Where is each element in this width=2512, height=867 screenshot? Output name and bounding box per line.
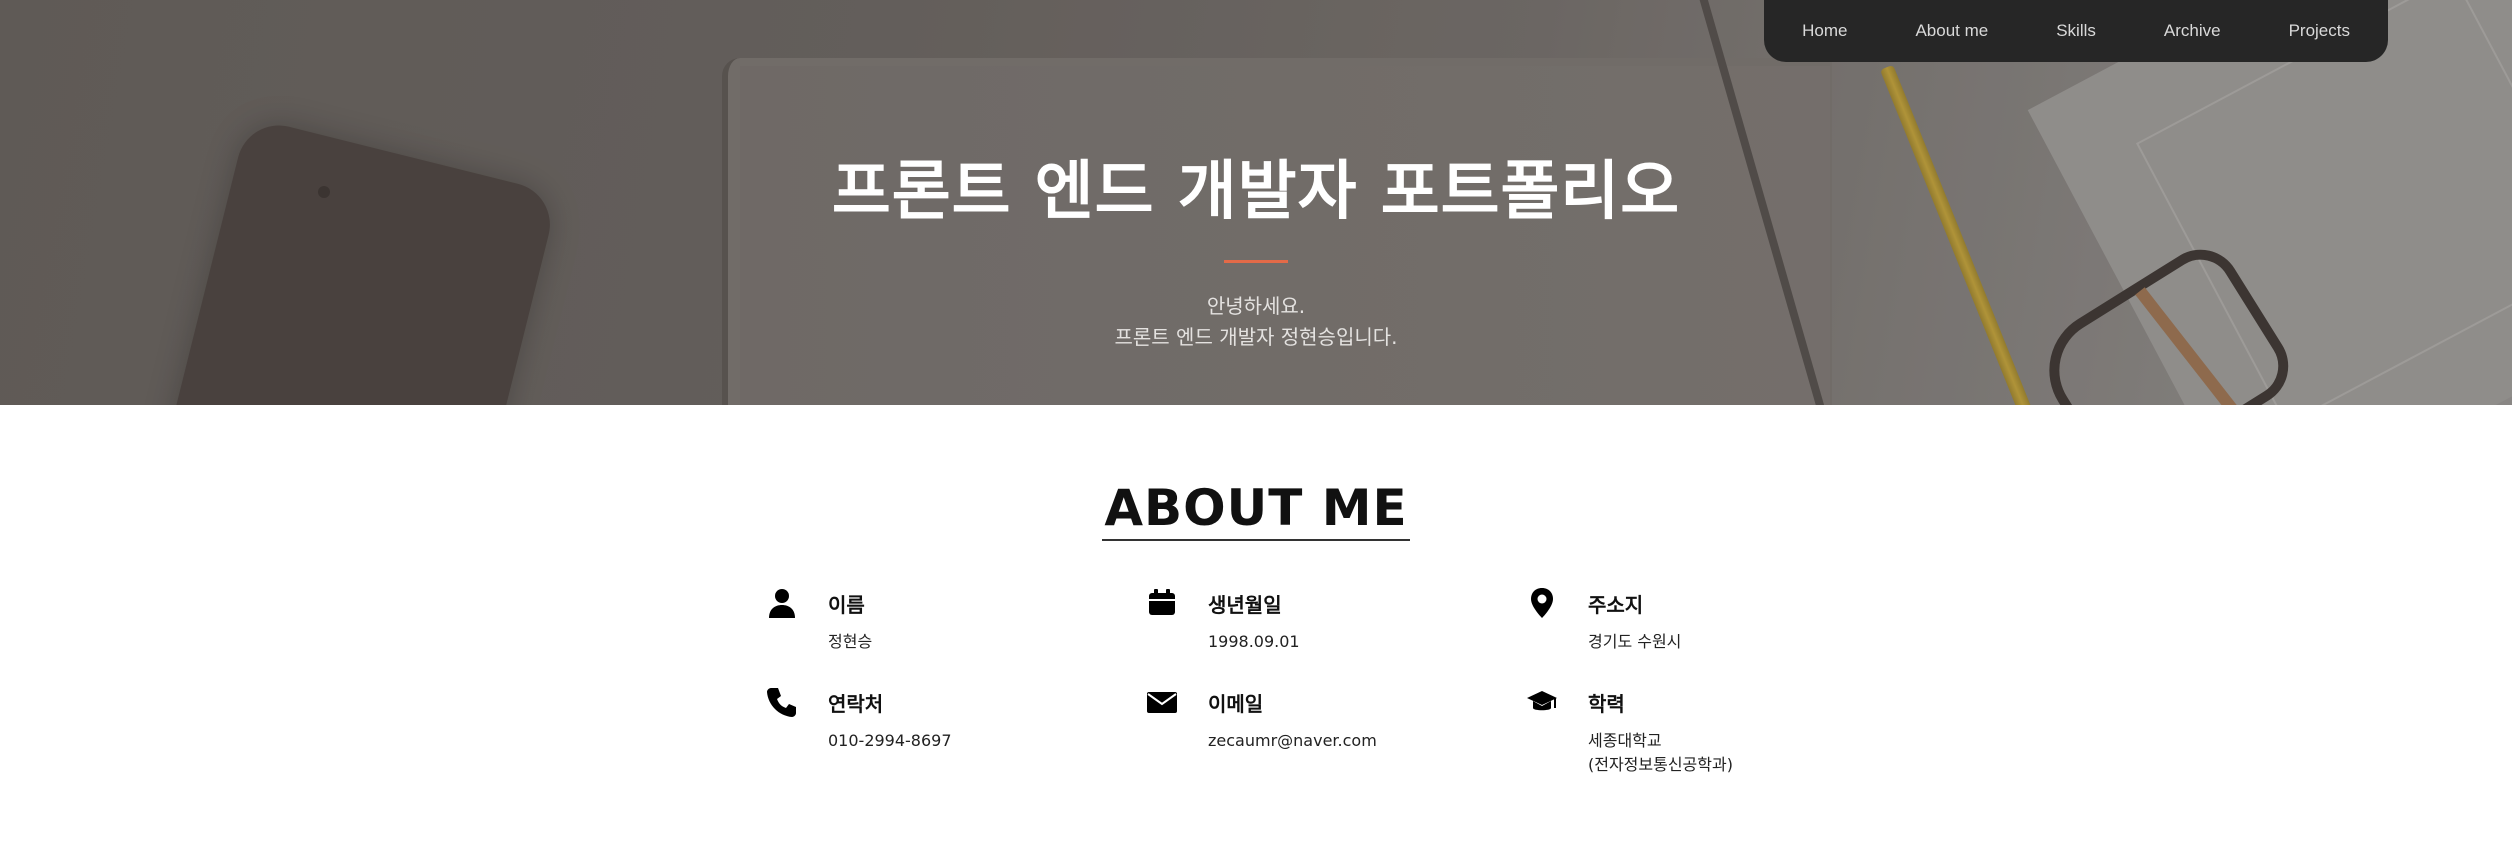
info-label: 이메일 [1208,692,1264,716]
info-value: 경기도 수원시 [1588,632,1682,651]
hero-divider [1224,260,1288,263]
graduation-cap-icon [1522,686,1588,726]
info-item-email: 이메일 zecaumr@naver.com [1142,686,1522,777]
about-title: ABOUT ME [1102,479,1410,541]
info-value: 세종대학교 (전자정보통신공학과) [1588,729,1733,777]
info-label: 생년월일 [1208,593,1282,617]
calendar-icon [1142,587,1208,627]
info-value: 010-2994-8697 [828,731,952,750]
hero-subtitle: 안녕하세요. 프론트 엔드 개발자 정현승입니다. [0,291,2512,353]
map-marker-icon [1522,587,1588,627]
about-info-grid: 이름 정현승 생년월일 1998.09.01 주소지 경기도 수원시 연락처 0… [762,587,1842,777]
user-icon [762,587,828,627]
info-value: 정현승 [828,632,873,651]
top-nav: Home About me Skills Archive Projects [1764,0,2388,62]
hero-subtitle-line1: 안녕하세요. [1206,294,1306,318]
info-label: 학력 [1588,692,1625,716]
hero-content: 프론트 엔드 개발자 포트폴리오 안녕하세요. 프론트 엔드 개발자 정현승입니… [0,140,2512,353]
nav-skills[interactable]: Skills [2056,21,2096,41]
hero-section: Home About me Skills Archive Projects 프론… [0,0,2512,405]
nav-home[interactable]: Home [1802,21,1847,41]
about-section: ABOUT ME 이름 정현승 생년월일 1998.09.01 주소지 경기도 … [0,405,2512,867]
info-item-phone: 연락처 010-2994-8697 [762,686,1142,777]
info-item-birthdate: 생년월일 1998.09.01 [1142,587,1522,654]
phone-icon [762,686,828,726]
info-label: 주소지 [1588,593,1644,617]
nav-about-me[interactable]: About me [1915,21,1988,41]
info-item-address: 주소지 경기도 수원시 [1522,587,1842,654]
info-label: 이름 [828,593,865,617]
nav-projects[interactable]: Projects [2289,21,2350,41]
envelope-icon [1142,686,1208,726]
info-value-line2: (전자정보통신공학과) [1588,755,1733,774]
info-item-name: 이름 정현승 [762,587,1142,654]
info-item-education: 학력 세종대학교 (전자정보통신공학과) [1522,686,1842,777]
hero-title: 프론트 엔드 개발자 포트폴리오 [831,155,1681,229]
info-value: zecaumr@naver.com [1208,731,1377,750]
info-value: 1998.09.01 [1208,632,1300,651]
nav-archive[interactable]: Archive [2164,21,2221,41]
info-value-line1: 세종대학교 [1588,731,1662,750]
hero-subtitle-line2: 프론트 엔드 개발자 정현승입니다. [1114,325,1398,349]
info-label: 연락처 [828,692,884,716]
